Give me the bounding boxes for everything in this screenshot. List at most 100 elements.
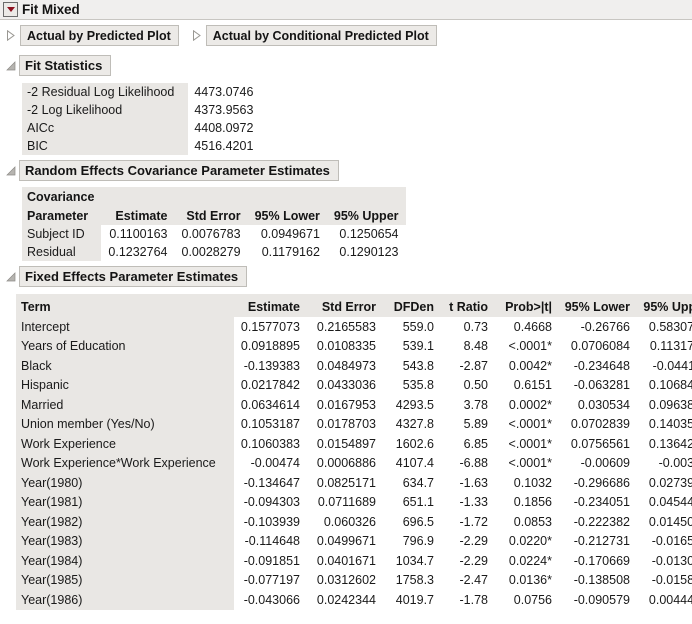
covariance-parameter: Subject ID xyxy=(22,225,102,243)
covariance-estimate: 0.1232764 xyxy=(108,245,168,259)
column-header-95-lower[interactable]: 95% Lower xyxy=(558,294,636,317)
term-name: Intercept xyxy=(16,317,234,337)
table-row: Years of Education 0.0918895 0.0108335 539.… xyxy=(16,336,692,356)
upper-ci-value: -0.015886 xyxy=(651,573,692,588)
term-name: Married xyxy=(16,395,234,415)
prob-value: 0.0853 xyxy=(513,514,552,529)
red-triangle-menu-icon[interactable] xyxy=(3,2,18,17)
dfden-value: 651.1 xyxy=(402,495,434,510)
dfden-value: 539.1 xyxy=(402,339,434,354)
table-row: Year(1980) -0.134647 0.0825171 634.7 -1.63 0.… xyxy=(16,473,692,493)
lower-ci-value: 0.0706084 xyxy=(570,339,630,354)
t-ratio-value: -1.33 xyxy=(459,495,489,510)
std-error-value: 0.0108335 xyxy=(316,339,376,354)
estimate-value: 0.1053187 xyxy=(240,417,300,432)
disclosure-right-glyph-2 xyxy=(192,30,201,41)
t-ratio-value: -2.29 xyxy=(459,534,489,549)
actual-by-conditional-predicted-plot-bar[interactable]: Actual by Conditional Predicted Plot xyxy=(205,25,437,46)
dfden-value: 559.0 xyxy=(402,319,434,334)
fit-stat-label: -2 Residual Log Likelihood xyxy=(22,83,189,101)
prob-value: 0.6151 xyxy=(513,378,552,393)
fit-stat-label: BIC xyxy=(22,137,189,155)
prob-value: 0.0220* xyxy=(508,534,552,549)
estimate-value: -0.00474 xyxy=(250,456,300,471)
fixed-effects-header[interactable]: Fixed Effects Parameter Estimates xyxy=(0,266,692,287)
term-name: Year(1981) xyxy=(16,492,234,512)
disclosure-open-icon-fixed-effects[interactable] xyxy=(5,271,17,283)
table-row: -2 Log Likelihood 4373.9563 xyxy=(22,101,253,119)
dfden-value: 4293.5 xyxy=(395,397,434,412)
disclosure-open-glyph xyxy=(6,60,16,70)
std-error-value: 0.0006886 xyxy=(316,456,376,471)
covariance-lower: 0.0949671 xyxy=(260,227,320,241)
term-name: Work Experience xyxy=(16,434,234,454)
collapsed-plot-bars: Actual by Predicted Plot Actual by Condi… xyxy=(0,20,692,50)
actual-by-conditional-predicted-plot-label: Actual by Conditional Predicted Plot xyxy=(212,28,429,43)
std-error-value: 0.0178703 xyxy=(316,417,376,432)
term-name: Black xyxy=(16,356,234,376)
upper-ci-value: 0.1131706 xyxy=(649,339,692,354)
random-effects-title: Random Effects Covariance Parameter Esti… xyxy=(19,160,339,181)
dfden-value: 535.8 xyxy=(402,378,434,393)
column-header-std-error[interactable]: Std Error xyxy=(306,294,382,317)
table-row: Residual 0.1232764 0.0028279 0.1179162 0… xyxy=(22,243,406,261)
covariance-lower: 0.1179162 xyxy=(261,245,320,259)
dfden-value: 4107.4 xyxy=(395,456,434,471)
term-name: Hispanic xyxy=(16,375,234,395)
prob-value: <.0001* xyxy=(508,436,552,451)
column-header-estimate[interactable]: Estimate xyxy=(101,206,175,225)
estimate-value: 0.0217842 xyxy=(240,378,300,393)
column-header-t-ratio[interactable]: t Ratio xyxy=(440,294,494,317)
column-header-dfden[interactable]: DFDen xyxy=(382,294,440,317)
actual-by-predicted-plot-bar[interactable]: Actual by Predicted Plot xyxy=(20,25,179,46)
window-title-bar: Fit Mixed xyxy=(0,0,692,20)
fit-statistics-header[interactable]: Fit Statistics xyxy=(0,55,692,76)
disclosure-open-icon-fit-statistics[interactable] xyxy=(5,60,17,72)
std-error-value: 0.0312602 xyxy=(316,573,376,588)
table-row: -2 Residual Log Likelihood 4473.0746 xyxy=(22,83,253,101)
prob-value: <.0001* xyxy=(508,339,552,354)
lower-ci-value: -0.063281 xyxy=(573,378,630,393)
dfden-value: 696.5 xyxy=(402,514,434,529)
std-error-value: 0.0401671 xyxy=(316,553,376,568)
dfden-value: 634.7 xyxy=(402,475,434,490)
t-ratio-value: 0.50 xyxy=(463,378,488,393)
table-row: Work Experience 0.1060383 0.0154897 1602.6 6… xyxy=(16,434,692,454)
std-error-value: 0.060326 xyxy=(323,514,376,529)
column-header-term[interactable]: Term xyxy=(16,294,234,317)
prob-value: <.0001* xyxy=(508,417,552,432)
covariance-header-spacer-3 xyxy=(247,187,327,206)
column-header-95-lower[interactable]: 95% Lower xyxy=(247,206,327,225)
table-row: Intercept 0.1577073 0.2165583 559.0 0.73 0.46… xyxy=(16,317,692,337)
column-header-estimate[interactable]: Estimate xyxy=(234,294,306,317)
prob-value: 0.1032 xyxy=(513,475,552,490)
disclosure-right-icon-2[interactable] xyxy=(191,30,202,42)
estimate-value: 0.1060383 xyxy=(240,436,300,451)
std-error-value: 0.2165583 xyxy=(316,319,376,334)
covariance-upper: 0.1250654 xyxy=(339,227,399,241)
term-name: Years of Education xyxy=(16,336,234,356)
std-error-value: 0.0154897 xyxy=(316,436,376,451)
upper-ci-value: 0.0963888 xyxy=(648,397,692,412)
disclosure-open-icon-random-effects[interactable] xyxy=(5,165,17,177)
std-error-value: 0.0242344 xyxy=(316,592,376,607)
fit-stat-label: -2 Log Likelihood xyxy=(22,101,189,119)
disclosure-right-icon[interactable] xyxy=(5,30,16,42)
disclosure-right-glyph xyxy=(7,30,15,41)
column-header-prob-t[interactable]: Prob>|t| xyxy=(494,294,558,317)
upper-ci-value: 0.0145032 xyxy=(648,514,692,529)
lower-ci-value: -0.090579 xyxy=(573,592,630,607)
random-effects-header[interactable]: Random Effects Covariance Parameter Esti… xyxy=(0,160,692,181)
covariance-header-spacer-4 xyxy=(326,187,406,206)
column-header-95-upper[interactable]: 95% Upper xyxy=(326,206,406,225)
upper-ci-value: -0.016565 xyxy=(651,534,692,549)
covariance-std-error: 0.0076783 xyxy=(181,227,241,241)
column-header-95-upper[interactable]: 95% Upper xyxy=(636,294,692,317)
column-header-std-error[interactable]: Std Error xyxy=(174,206,248,225)
covariance-header-row: Parameter Estimate Std Error 95% Lower 9… xyxy=(22,206,406,225)
table-row: Subject ID 0.1100163 0.0076783 0.0949671… xyxy=(22,225,406,243)
dfden-value: 1602.6 xyxy=(395,436,434,451)
column-header-parameter[interactable]: Parameter xyxy=(22,206,102,225)
table-row: AICc 4408.0972 xyxy=(22,119,253,137)
term-name: Union member (Yes/No) xyxy=(16,414,234,434)
